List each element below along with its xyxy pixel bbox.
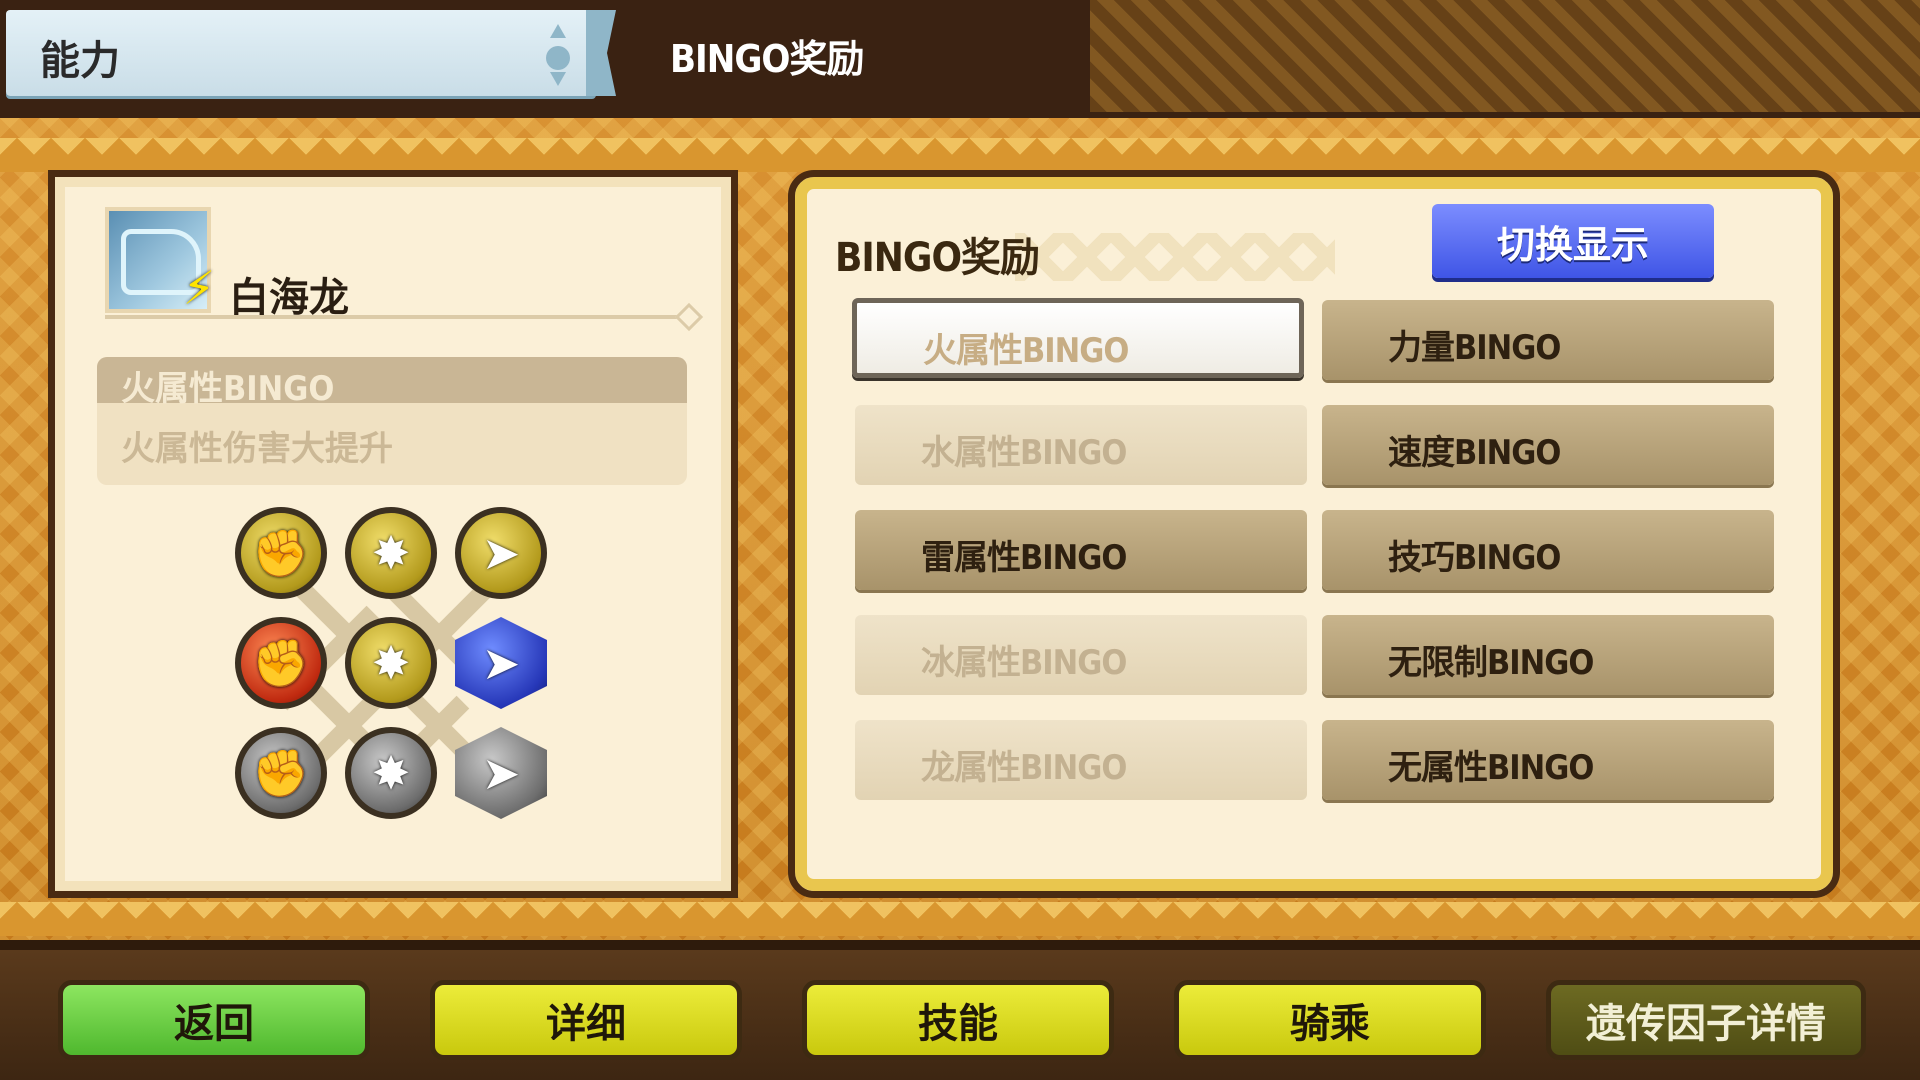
bingo-water-button[interactable]: 水属性BINGO: [855, 405, 1307, 485]
skill-header: 火属性BINGO: [97, 357, 687, 409]
title-decoration: [1015, 233, 1335, 281]
bingo-technique-button[interactable]: 技巧BINGO: [1322, 510, 1774, 590]
title-tab[interactable]: 能力: [6, 10, 616, 96]
panel-title: BINGO奖励: [835, 235, 1040, 281]
ride-button[interactable]: 骑乘: [1174, 980, 1486, 1060]
section-subtitle: BINGO奖励: [670, 37, 864, 81]
dragon-portrait-icon: ⚡: [105, 207, 215, 315]
switch-display-button[interactable]: 切换显示: [1432, 204, 1714, 278]
skill-name: 火属性BINGO: [121, 369, 335, 409]
scroll-toggle-icon[interactable]: [544, 24, 572, 86]
skills-button[interactable]: 技能: [802, 980, 1114, 1060]
divider-end: [674, 302, 704, 332]
power-gene-icon[interactable]: ✊: [235, 507, 327, 599]
bingo-power-button[interactable]: 力量BINGO: [1322, 300, 1774, 380]
power-gene-icon[interactable]: ✊: [235, 617, 327, 709]
gene-detail-button[interactable]: 遗传因子详情: [1546, 980, 1866, 1060]
gene-grid: ✊ ✸ ➤ ✊ ✸ ➤ ✊ ✸ ➤: [235, 507, 555, 837]
technique-gene-icon[interactable]: ✸: [345, 617, 437, 709]
speed-gene-icon[interactable]: ➤: [455, 617, 547, 709]
lightning-icon: ⚡: [182, 261, 215, 315]
skill-description: 火属性伤害大提升: [121, 429, 393, 469]
bingo-ice-button[interactable]: 冰属性BINGO: [855, 615, 1307, 695]
bingo-thunder-button[interactable]: 雷属性BINGO: [855, 510, 1307, 590]
skill-info-box: 火属性BINGO 火属性伤害大提升: [97, 357, 687, 485]
technique-gene-icon[interactable]: ✸: [345, 507, 437, 599]
bingo-dragon-button[interactable]: 龙属性BINGO: [855, 720, 1307, 800]
back-button[interactable]: 返回: [58, 980, 370, 1060]
bingo-speed-button[interactable]: 速度BINGO: [1322, 405, 1774, 485]
page-title: 能力: [40, 38, 120, 84]
bingo-unlimited-button[interactable]: 无限制BINGO: [1322, 615, 1774, 695]
bingo-no-element-button[interactable]: 无属性BINGO: [1322, 720, 1774, 800]
zigzag-band-top: [0, 138, 1920, 172]
technique-gene-icon[interactable]: ✸: [345, 727, 437, 819]
zigzag-band-bottom: [0, 902, 1920, 936]
power-gene-icon[interactable]: ✊: [235, 727, 327, 819]
top-decoration: [1090, 0, 1920, 112]
monster-info-panel: ⚡ 白海龙 火属性BINGO 火属性伤害大提升 ✊ ✸ ➤ ✊ ✸ ➤ ✊ ✸ …: [48, 170, 738, 898]
speed-gene-icon[interactable]: ➤: [455, 507, 547, 599]
speed-gene-icon[interactable]: ➤: [455, 727, 547, 819]
divider: [105, 315, 685, 319]
detail-button[interactable]: 详细: [430, 980, 742, 1060]
bingo-fire-button[interactable]: 火属性BINGO: [852, 298, 1304, 378]
